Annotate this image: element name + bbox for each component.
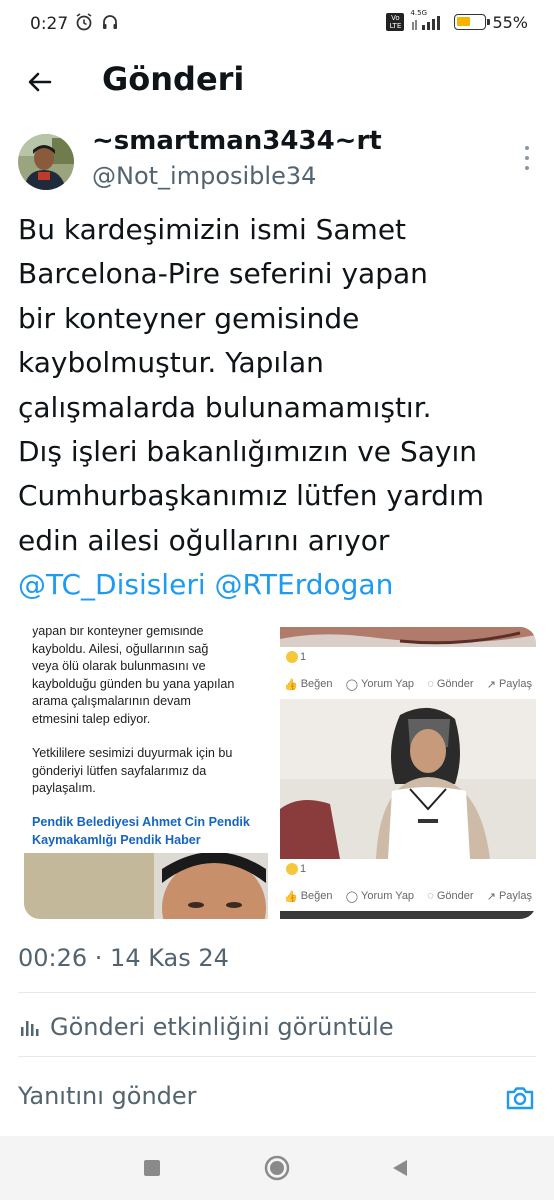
divider — [18, 1056, 536, 1057]
fb-action-row: 👍 Beğen ◯ Yorum Yap ◌ Gönder ↗ Paylaş — [284, 890, 532, 903]
tweet-text-line: edin ailesi oğullarını arıyor — [18, 523, 390, 557]
sad-reaction-icon — [286, 651, 298, 663]
arrow-left-icon — [28, 72, 52, 92]
thumbs-up-icon: 👍 — [284, 890, 298, 903]
media-link-line: Kaymakamlığı Pendik Haber — [32, 832, 201, 847]
page-title: Gönderi — [102, 60, 245, 98]
media-grid[interactable]: yapan bir konteyner gemisinde kayboldu. … — [24, 627, 536, 919]
author-handle[interactable]: @Not_imposible34 — [92, 162, 316, 190]
divider — [18, 992, 536, 993]
thumbs-up-icon: 👍 — [284, 678, 298, 691]
more-dot-icon — [525, 146, 529, 150]
media-photo-man — [24, 852, 268, 919]
mention-link[interactable]: @RTErdogan — [215, 568, 394, 601]
reply-bar: Yanıtını gönder — [0, 1060, 554, 1136]
avatar[interactable] — [18, 134, 74, 190]
media-text-line: yapan bir konteyner gemisinde — [32, 627, 204, 638]
top-bar: Gönderi — [0, 52, 554, 112]
battery-percent: 55% — [492, 12, 528, 32]
bar-chart-icon — [21, 1021, 39, 1036]
share-icon: ↗ — [486, 890, 496, 903]
media-text-line: paylaşalım. — [32, 781, 96, 795]
volte-icon: Vo LTE — [386, 13, 405, 31]
home-button[interactable] — [263, 1154, 291, 1182]
media-text-line: gönderiyi lütfen sayfalarımız da — [32, 763, 207, 778]
post-activity-label: Gönderi etkinliğini görüntüle — [50, 1013, 394, 1041]
tweet-text-line: bir konteyner gemisinde — [18, 301, 360, 335]
media-image-right[interactable]: 1 👍Beğen ◯Yorum Yap ◌Gönder ↗Paylaş — [280, 627, 536, 919]
tweet-text-line: çalışmalarda bulunamamıştır. — [18, 390, 432, 424]
tweet-text-line: Cumhurbaşkanımız lütfen yardım — [18, 479, 484, 513]
tweet-text-line: kaybolmuştur. Yapılan — [18, 346, 324, 380]
tweet-timestamp[interactable]: 00:26 · 14 Kas 24 — [18, 944, 229, 972]
fb-action-row: 👍 Beğen ◯ Yorum Yap ◌ Gönder ↗ Paylaş — [284, 678, 532, 691]
author-display-name[interactable]: ~smartman3434~rt — [92, 126, 382, 156]
status-bar: 0:27 Vo LTE 4.5G 55% — [0, 0, 554, 50]
share-icon: ↗ — [486, 678, 496, 691]
comment-icon: ◯ — [345, 678, 359, 691]
reaction-count: 1 — [286, 651, 306, 663]
triangle-back-icon — [393, 1160, 407, 1176]
messenger-icon: ◌ — [427, 678, 434, 690]
sad-reaction-icon — [286, 863, 298, 875]
media-text-line: etmesini talep ediyor. — [32, 711, 151, 726]
view-post-activity[interactable]: Gönderi etkinliğini görüntüle — [18, 1010, 394, 1044]
camera-icon — [506, 1087, 534, 1110]
media-photo-woman — [280, 699, 536, 859]
headphones-icon — [100, 12, 120, 36]
media-text-line: kaybolduğu günden bu yana yapılan — [32, 676, 235, 691]
tweet-text: Bu kardeşimizin ismi Samet Barcelona-Pir… — [18, 208, 548, 608]
status-time: 0:27 — [30, 14, 69, 34]
media-photo-top — [280, 627, 536, 647]
tweet-text-line: Bu kardeşimizin ismi Samet — [18, 213, 407, 246]
back-nav-button[interactable] — [386, 1154, 414, 1182]
media-image-left[interactable]: yapan bir konteyner gemisinde kayboldu. … — [24, 627, 268, 919]
tweet-text-line: Dış işleri bakanlığımızın ve Sayın — [18, 435, 477, 469]
alarm-icon — [74, 12, 94, 36]
comment-icon: ◯ — [345, 890, 359, 903]
circle-icon — [264, 1155, 290, 1181]
square-icon — [144, 1160, 160, 1176]
media-text-line: veya ölü olarak bulunmasını ve — [32, 659, 206, 673]
tweet-text-line: Barcelona-Pire seferini yapan — [18, 257, 428, 291]
battery-icon — [454, 14, 491, 30]
system-nav-bar — [0, 1136, 554, 1200]
back-button[interactable] — [22, 64, 58, 100]
media-text-line: arama çalışmalarının devam — [32, 694, 191, 708]
more-options-button[interactable] — [520, 146, 534, 170]
signal-icon: 4.5G — [410, 9, 444, 32]
messenger-icon: ◌ — [427, 890, 434, 902]
recents-button[interactable] — [138, 1154, 166, 1182]
media-link-line: Pendik Belediyesi Ahmet Cin Pendik — [32, 815, 250, 829]
mention-link[interactable]: @TC_Disisleri — [18, 568, 206, 601]
reply-input[interactable]: Yanıtını gönder — [18, 1082, 197, 1110]
reaction-count: 1 — [286, 863, 306, 875]
media-text-line: kayboldu. Ailesi, oğullarının sağ — [32, 641, 209, 656]
media-text-line: Yetkililere sesimizi duyurmak için bu — [32, 746, 233, 760]
camera-button[interactable] — [504, 1082, 536, 1114]
